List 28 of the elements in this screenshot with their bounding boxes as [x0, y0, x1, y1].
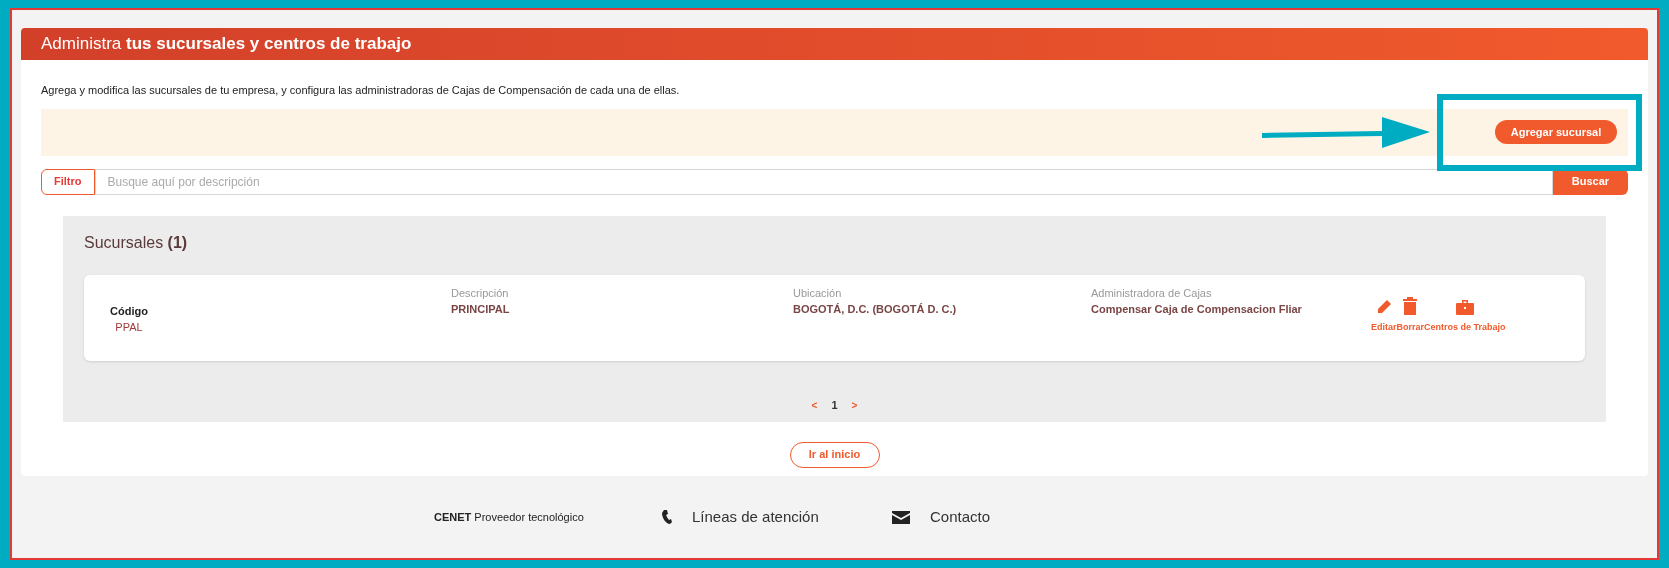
list-title: Sucursales (1) [84, 232, 189, 253]
field-value: PRINCIPAL [451, 302, 511, 317]
pencil-icon [1375, 298, 1392, 315]
code-label: Código [110, 303, 148, 319]
intro-text: Agrega y modifica las sucursales de tu empresa, y configura las administradoras de Cajas de Compensación de cada una de ellas. [41, 83, 681, 98]
briefcase-icon [1455, 299, 1474, 315]
page-title: Administra tus sucursales y centros de trabajo [41, 33, 412, 56]
field-value: Compensar Caja de Compensacion Fliar [1091, 302, 1303, 317]
filter-label: Filtro [41, 168, 95, 195]
previous-page-link[interactable]: < [811, 397, 818, 413]
mail-icon [892, 510, 910, 524]
work-action[interactable]: Centros de Trabajo [1424, 299, 1506, 334]
phone-footer-text[interactable]: Líneas de atención [692, 506, 819, 529]
field-value: BOGOTÁ, D.C. (BOGOTÁ D. C.) [793, 302, 958, 317]
delete-action[interactable]: Borrar [1396, 296, 1425, 334]
field-label: Descripción [451, 285, 510, 301]
code-value: PPAL [115, 320, 143, 335]
search-field[interactable]: Busque aquí por descripción [94, 168, 1553, 195]
field-label: Administradora de Cajas [1091, 285, 1213, 301]
next-page-link[interactable]: > [851, 397, 858, 413]
brand-footer-text: CENET Proveedor tecnológico [434, 510, 584, 525]
phone-icon [662, 510, 672, 525]
add-branch-button[interactable]: Agregar sucursal [1495, 120, 1617, 144]
trash-icon [1403, 296, 1418, 315]
page-number[interactable]: 1 [831, 397, 838, 414]
field-label: Ubicación [793, 285, 843, 301]
edit-action[interactable]: Editar [1371, 298, 1397, 334]
mail-footer-text[interactable]: Contacto [930, 506, 991, 529]
